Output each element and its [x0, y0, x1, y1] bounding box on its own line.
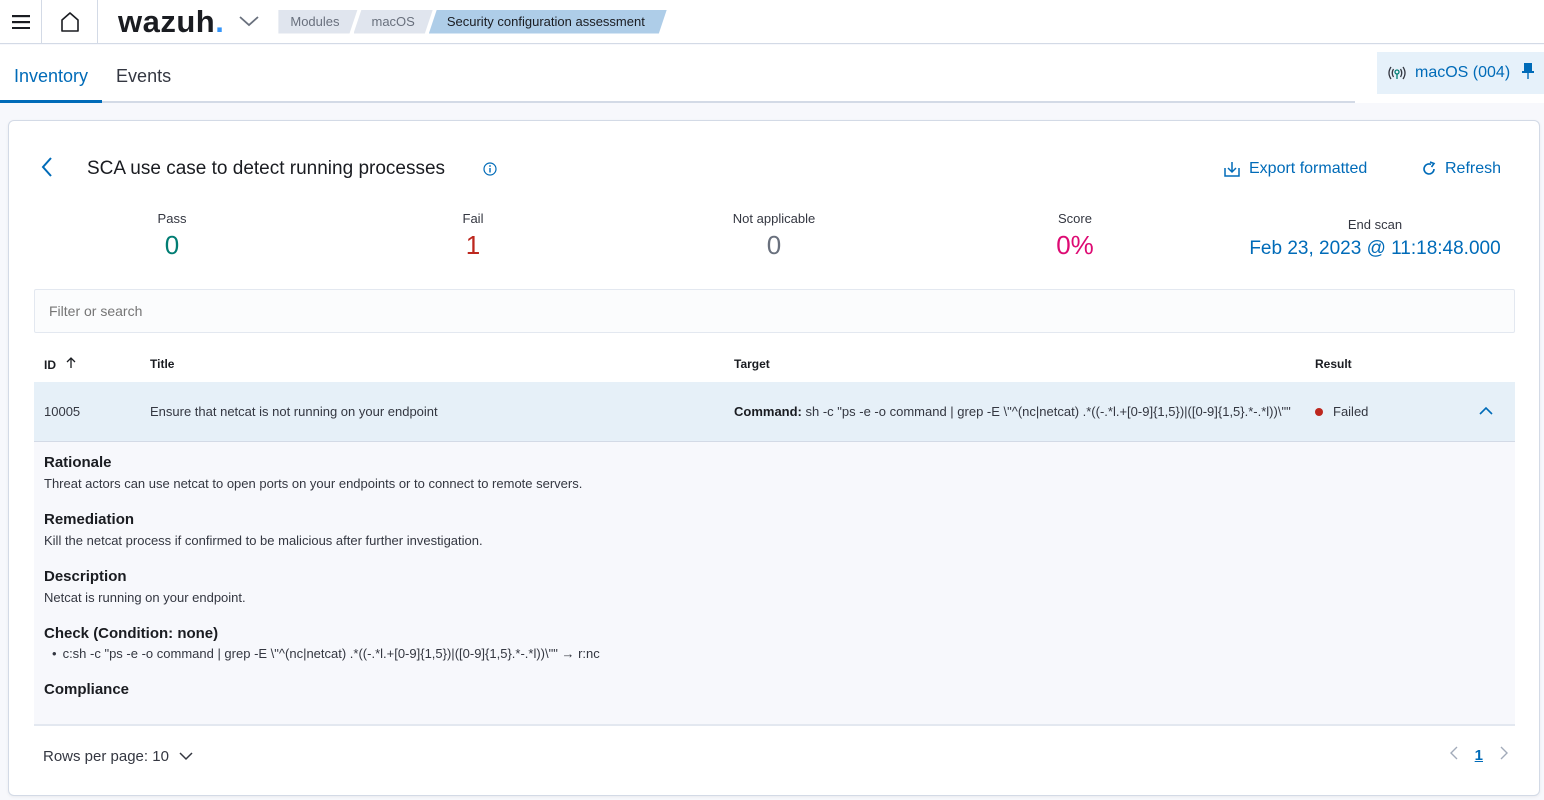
top-header: wazuh. Modules macOS Security configurat… [0, 0, 1544, 44]
agent-signal-icon [1388, 66, 1406, 80]
checks-table: ID Title Target Result 10005 Ensure that… [34, 346, 1515, 726]
pin-icon[interactable] [1522, 62, 1535, 85]
logo-dot: . [215, 3, 225, 39]
compliance-heading: Compliance [44, 681, 130, 698]
rationale-text: Threat actors can use netcat to open por… [44, 476, 583, 491]
stat-end-scan-value: Feb 23, 2023 @ 11:18:48.000 [1249, 238, 1501, 259]
stat-fail-label: Fail [462, 211, 484, 226]
stat-pass-value: 0 [164, 230, 180, 260]
rationale-heading: Rationale [44, 454, 112, 471]
home-icon [60, 11, 79, 32]
result-label: Failed [1333, 404, 1369, 419]
export-label: Export formatted [1249, 160, 1368, 177]
check-heading: Check (Condition: none) [44, 625, 219, 642]
stat-end-scan: End scan Feb 23, 2023 @ 11:18:48.000 [1233, 217, 1517, 260]
hamburger-icon [11, 14, 30, 29]
sort-ascending-icon [65, 356, 77, 372]
stat-na-label: Not applicable [732, 211, 816, 226]
failed-status-dot-icon [1315, 408, 1323, 416]
sca-policy-panel: SCA use case to detect running processes… [8, 120, 1540, 796]
refresh-button[interactable]: Refresh [1421, 160, 1501, 178]
stat-score-label: Score [1058, 211, 1092, 226]
page-title: SCA use case to detect running processes [87, 158, 446, 179]
collapse-row-chevron-up-icon[interactable] [1478, 404, 1493, 419]
app-menu-chevron-down-icon[interactable] [238, 14, 260, 32]
cell-id: 10005 [44, 404, 81, 419]
pagination: 1 [1449, 745, 1509, 766]
logo-text: wazuh [118, 3, 216, 39]
column-id-label: ID [44, 357, 56, 372]
tab-events[interactable]: Events [102, 45, 185, 103]
description-heading: Description [44, 568, 127, 585]
refresh-label: Refresh [1445, 160, 1502, 177]
stat-score: Score 0% [975, 211, 1175, 261]
cell-expand [1456, 404, 1515, 419]
table-row[interactable]: 10005 Ensure that netcat is not running … [34, 382, 1515, 442]
stat-fail: Fail 1 [373, 211, 573, 261]
breadcrumb-macos[interactable]: macOS [354, 10, 433, 34]
breadcrumb: Modules macOS Security configuration ass… [278, 10, 662, 34]
home-button[interactable] [42, 0, 98, 44]
agent-label: macOS (004) [1415, 64, 1511, 81]
menu-button[interactable] [0, 0, 42, 44]
cell-target: Command: sh -c "ps -e -o command | grep … [724, 402, 1306, 422]
stat-pass: Pass 0 [72, 211, 272, 261]
cell-result: Failed [1306, 404, 1456, 419]
info-icon[interactable] [483, 162, 497, 181]
back-arrow-icon[interactable] [39, 155, 55, 184]
column-header-title[interactable]: Title [142, 357, 724, 371]
export-formatted-button[interactable]: Export formatted [1223, 160, 1367, 178]
stat-score-value: 0% [1056, 230, 1094, 260]
next-page-chevron-right-icon[interactable] [1499, 745, 1509, 766]
remediation-text: Kill the netcat process if confirmed to … [44, 533, 483, 548]
stat-pass-label: Pass [157, 211, 187, 226]
column-header-id[interactable]: ID [34, 356, 142, 372]
stat-na-value: 0 [766, 230, 782, 260]
target-type-label: Command: [734, 403, 802, 419]
column-header-target[interactable]: Target [724, 357, 1306, 371]
previous-page-chevron-left-icon[interactable] [1449, 745, 1459, 766]
cell-title: Ensure that netcat is not running on you… [150, 404, 438, 419]
refresh-icon [1423, 161, 1436, 175]
module-tabs: Inventory Events [0, 45, 1355, 103]
tab-inventory[interactable]: Inventory [0, 45, 103, 103]
remediation-heading: Remediation [44, 511, 135, 528]
breadcrumb-sca: Security configuration assessment [429, 10, 667, 34]
description-text: Netcat is running on your endpoint. [44, 590, 246, 605]
column-header-result[interactable]: Result [1306, 357, 1456, 371]
filter-search-input[interactable] [34, 289, 1515, 333]
export-icon [1224, 162, 1240, 177]
rows-per-page-label: Rows per page: 10 [43, 748, 169, 765]
page-number-button[interactable]: 1 [1475, 747, 1483, 764]
stat-end-scan-label: End scan [1347, 217, 1403, 232]
check-rule: c:sh -c "ps -e -o command | grep -E \"^(… [44, 646, 1505, 661]
wazuh-logo[interactable]: wazuh. [118, 4, 224, 40]
breadcrumb-modules[interactable]: Modules [278, 10, 357, 34]
stat-fail-value: 1 [465, 230, 481, 260]
target-command: sh -c "ps -e -o command | grep -E \"^(nc… [805, 403, 1291, 419]
chevron-down-icon [179, 748, 193, 765]
selected-agent-button[interactable]: macOS (004) [1377, 52, 1544, 94]
rows-per-page-selector[interactable]: Rows per page: 10 [43, 748, 193, 765]
row-details: Rationale Threat actors can use netcat t… [34, 442, 1515, 726]
stat-not-applicable: Not applicable 0 [674, 211, 874, 261]
table-header: ID Title Target Result [34, 346, 1515, 382]
